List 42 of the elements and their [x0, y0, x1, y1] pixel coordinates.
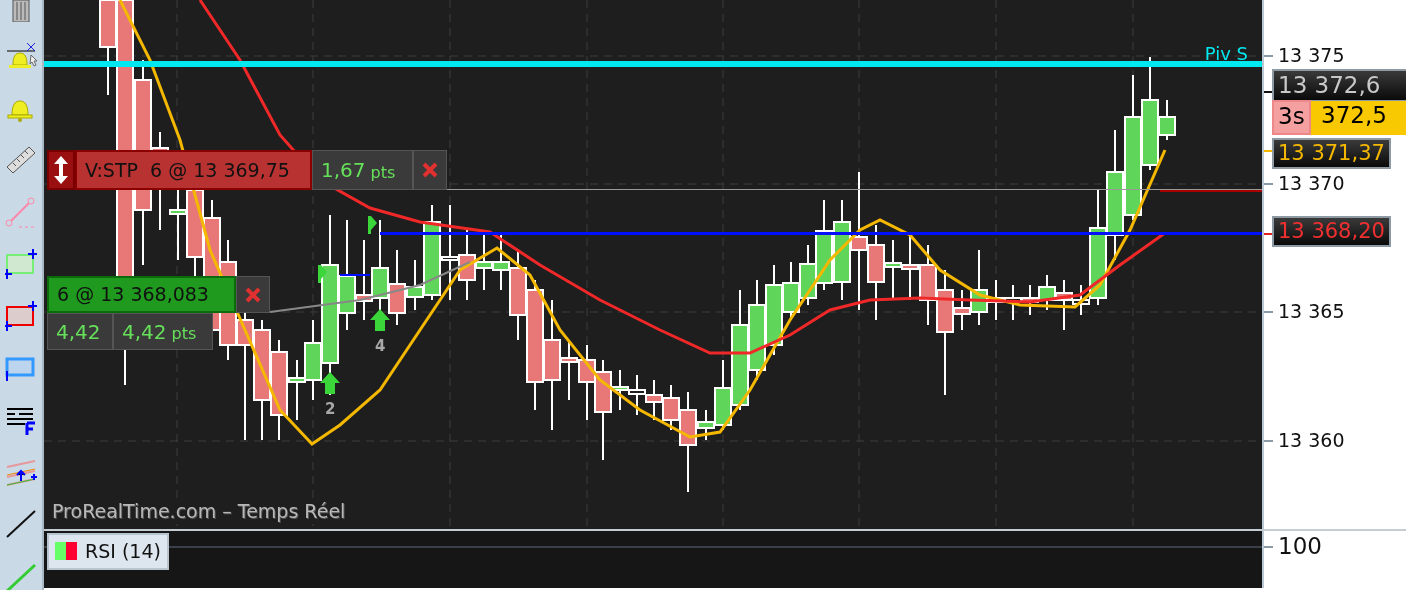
flag-marker-icon — [368, 216, 377, 234]
price-tag: 372,5 — [1311, 101, 1406, 135]
order-label[interactable]: 6 @ 13 368,083 — [47, 276, 236, 313]
candlestick — [1004, 284, 1022, 321]
rsi-tick: 100 — [1278, 535, 1322, 558]
close-button[interactable] — [413, 150, 447, 190]
up-down-arrow-icon — [54, 156, 68, 184]
close-icon — [245, 286, 261, 303]
price-tag: 13 371,37 — [1272, 138, 1391, 169]
rectangle-icon — [5, 247, 37, 281]
profit-value: 4,42 — [122, 318, 167, 346]
profit-unit: pts — [370, 161, 396, 184]
color-swatch-icon — [55, 542, 77, 561]
price-tick: 13 375 — [1278, 46, 1345, 65]
signal-count: 2 — [325, 399, 336, 420]
candlestick — [475, 234, 493, 291]
close-button[interactable] — [236, 276, 270, 313]
drag-handle[interactable] — [47, 150, 75, 190]
price-tag: 13 372,6 — [1272, 69, 1406, 102]
profit-value: 1,67 — [321, 157, 366, 184]
legend-label: RSI (14) — [85, 539, 161, 564]
price-tick: 13 370 — [1278, 174, 1345, 193]
line-tool-icon — [5, 195, 37, 229]
buy-arrow-icon — [320, 372, 340, 394]
rectangle-icon — [5, 299, 37, 333]
order-label[interactable]: V:STP 6 @ 13 369,75 — [75, 150, 312, 190]
timer-badge: 3s — [1272, 100, 1311, 135]
indicator-legend[interactable]: RSI (14) — [47, 533, 169, 570]
candlestick — [1038, 274, 1056, 311]
pivot-label: Piv S — [1204, 42, 1248, 66]
flag-marker-icon — [318, 265, 327, 283]
price-tag: 13 368,20 — [1272, 216, 1391, 247]
signal-count: 4 — [375, 336, 386, 357]
line-tool-icon — [5, 507, 37, 541]
profit-value: 4,42 — [56, 318, 101, 346]
candlestick — [628, 374, 646, 416]
price-tick: 13 365 — [1278, 302, 1345, 321]
candlestick — [645, 379, 663, 421]
profit-unit: pts — [171, 323, 197, 345]
close-icon — [422, 162, 438, 178]
price-tick: 13 360 — [1278, 431, 1345, 450]
buy-arrow-icon — [370, 309, 390, 331]
